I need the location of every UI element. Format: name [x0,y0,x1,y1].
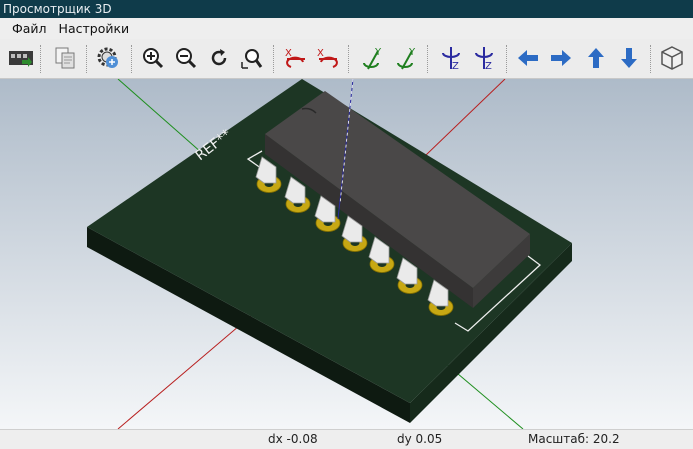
zoom-in-icon [143,48,164,69]
rotate-z-cw-icon: Z [442,47,460,71]
move-right-button[interactable] [546,43,576,73]
move-left-button[interactable] [513,43,543,73]
rotate-y-cw-icon: Y [363,47,382,70]
ortho-view-icon [661,46,683,70]
status-zoom: Масштаб: 20.2 [528,432,620,446]
menu-file[interactable]: Файл [6,19,53,38]
svg-text:Z: Z [485,61,492,71]
rotate-y-ccw-icon: Y [397,47,416,70]
status-bar: dx -0.08 dy 0.05 Масштаб: 20.2 [0,429,693,449]
reload-board-icon [9,51,33,67]
rotate-x-ccw-button[interactable]: X [313,43,343,73]
rotate-x-cw-icon: X [285,48,305,68]
rotate-z-cw-button[interactable]: Z [436,43,466,73]
rotate-y-cw-button[interactable]: Y [358,43,388,73]
zoom-out-button[interactable] [171,43,201,73]
3d-viewport[interactable]: REF** [0,79,693,429]
svg-text:Z: Z [452,61,459,71]
rotate-z-ccw-icon: Z [475,47,493,71]
move-up-icon [588,48,604,68]
svg-text:X: X [317,48,324,59]
status-dx: dx -0.08 [268,432,318,446]
copy-button[interactable] [50,43,80,73]
toolbar-separator [650,45,651,73]
toolbar-separator [86,45,87,73]
toolbar-separator [131,45,132,73]
toolbar-separator [273,45,274,73]
zoom-out-icon [176,48,197,69]
menu-bar: Файл Настройки [0,18,693,39]
rotate-z-ccw-button[interactable]: Z [469,43,499,73]
3d-scene: REF** [0,79,693,429]
toolbar-separator [506,45,507,73]
move-right-icon [551,50,571,66]
redraw-button[interactable] [204,43,234,73]
zoom-fit-button[interactable] [237,43,267,73]
copy-to-clipboard-icon [55,47,75,69]
window-title: Просмотрщик 3D [0,0,693,18]
move-up-button[interactable] [581,43,611,73]
zoom-fit-icon [241,49,263,69]
rotate-x-ccw-icon: X [317,48,338,68]
rotate-x-cw-button[interactable]: X [281,43,311,73]
move-down-icon [621,48,637,68]
settings-button[interactable] [93,43,123,73]
status-dy: dy 0.05 [397,432,443,446]
toolbar-separator [427,45,428,73]
menu-settings[interactable]: Настройки [53,19,136,38]
ortho-view-button[interactable] [657,43,687,73]
redraw-icon [211,49,227,66]
toolbar-separator [348,45,349,73]
zoom-in-button[interactable] [138,43,168,73]
settings-icon [97,47,118,68]
move-left-icon [518,50,538,66]
toolbar: X X Y Y Z [0,39,693,79]
move-down-button[interactable] [614,43,644,73]
toolbar-separator [40,45,41,73]
reload-board-button[interactable] [6,43,36,73]
rotate-y-ccw-button[interactable]: Y [392,43,422,73]
